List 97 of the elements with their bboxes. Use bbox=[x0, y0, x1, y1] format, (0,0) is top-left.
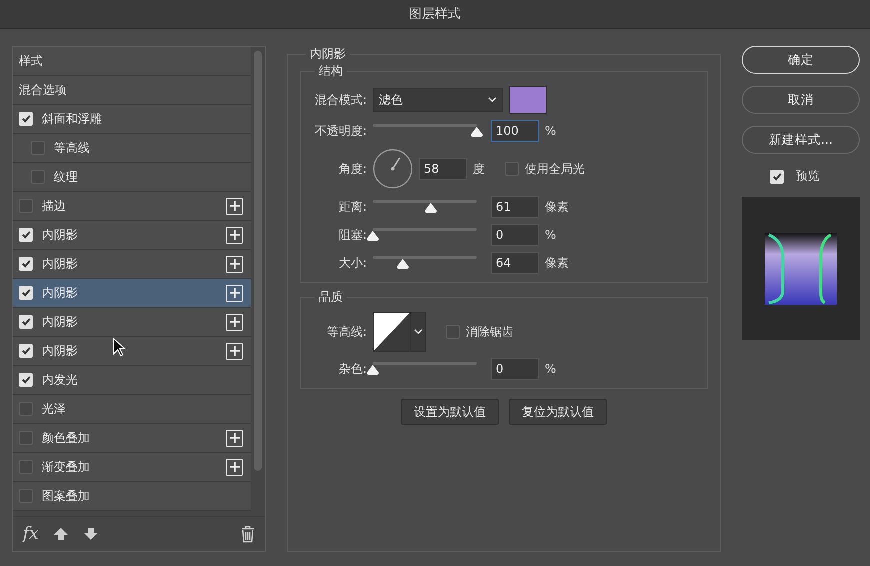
field-label: 距离: bbox=[338, 198, 367, 216]
effect-label: 内阴影 bbox=[42, 256, 78, 272]
style-list-item[interactable]: 光泽 bbox=[13, 395, 251, 424]
field-label: 杂色: bbox=[338, 360, 367, 378]
opacity-field[interactable]: 100 bbox=[491, 120, 539, 142]
add-icon[interactable] bbox=[226, 198, 243, 214]
cursor-icon bbox=[113, 338, 127, 358]
checkbox[interactable] bbox=[19, 402, 33, 416]
style-list-item[interactable]: 内阴影 bbox=[13, 221, 251, 250]
value-field[interactable]: 61 bbox=[491, 196, 539, 218]
effect-label: 斜面和浮雕 bbox=[42, 110, 102, 128]
style-list-item[interactable]: 颜色叠加 bbox=[13, 424, 251, 453]
effect-label: 光泽 bbox=[42, 400, 66, 418]
dialog-button[interactable]: 确定 bbox=[742, 46, 860, 74]
unit-label: 像素 bbox=[545, 254, 569, 272]
chevron-icon bbox=[488, 97, 497, 103]
scrollbar-thumb[interactable] bbox=[254, 51, 262, 471]
window-title: 图层样式 bbox=[409, 6, 461, 23]
style-list-item[interactable]: 图案叠加 bbox=[13, 482, 251, 511]
field-label: 混合模式: bbox=[314, 92, 367, 108]
checkbox[interactable] bbox=[31, 170, 45, 184]
add-icon[interactable] bbox=[226, 342, 243, 360]
field-label: 不透明度: bbox=[314, 122, 367, 140]
effect-label: 内发光 bbox=[42, 372, 78, 388]
style-list-item[interactable]: 内发光 bbox=[13, 366, 251, 395]
preview-thumbnail bbox=[765, 232, 837, 304]
default-button[interactable]: 设置为默认值 bbox=[401, 399, 499, 425]
slider-thumb[interactable] bbox=[396, 258, 410, 270]
checkbox[interactable] bbox=[19, 489, 33, 503]
default-button[interactable]: 复位为默认值 bbox=[509, 399, 607, 425]
style-list-item[interactable]: 内阴影 bbox=[13, 308, 251, 337]
add-icon[interactable] bbox=[226, 430, 243, 446]
style-list-item[interactable]: 描边 bbox=[13, 192, 251, 221]
value-field[interactable]: 64 bbox=[491, 252, 539, 274]
unit-label: % bbox=[545, 124, 556, 138]
contour-preview[interactable] bbox=[374, 313, 410, 351]
effect-label: 图案叠加 bbox=[42, 488, 90, 504]
checkbox-label: 消除锯齿 bbox=[466, 324, 514, 340]
unit-label: 像素 bbox=[545, 198, 569, 216]
style-list-item[interactable]: 斜面和浮雕 bbox=[13, 105, 251, 134]
style-list-item[interactable]: 样式 bbox=[13, 47, 251, 76]
color-swatch[interactable] bbox=[509, 86, 547, 114]
move-up-icon[interactable] bbox=[52, 527, 69, 541]
add-icon[interactable] bbox=[226, 458, 243, 476]
style-list-item[interactable]: 混合选项 bbox=[13, 76, 251, 105]
group-title: 品质 bbox=[318, 289, 344, 306]
move-down-icon[interactable] bbox=[82, 527, 99, 541]
effect-label: 内阴影 bbox=[42, 342, 78, 360]
effect-label: 颜色叠加 bbox=[42, 430, 90, 446]
angle-dial[interactable] bbox=[373, 149, 413, 189]
add-icon[interactable] bbox=[226, 284, 243, 302]
style-list-item[interactable]: 内阴影 bbox=[13, 250, 251, 279]
group-title: 结构 bbox=[318, 63, 344, 80]
section-title: 内阴影 bbox=[309, 46, 347, 63]
value-field[interactable]: 0 bbox=[491, 224, 539, 246]
unit-label: % bbox=[545, 362, 556, 376]
dialog-button[interactable]: 新建样式... bbox=[742, 126, 860, 154]
effect-label: 内阴影 bbox=[42, 226, 78, 244]
effect-label: 内阴影 bbox=[42, 284, 78, 302]
slider-thumb[interactable] bbox=[470, 126, 484, 138]
add-icon[interactable] bbox=[226, 256, 243, 272]
checkbox[interactable] bbox=[505, 162, 519, 176]
value-field[interactable]: 0 bbox=[491, 358, 539, 380]
angle-field[interactable]: 58 bbox=[419, 158, 467, 180]
checkbox[interactable] bbox=[19, 431, 33, 445]
checkbox-label: 使用全局光 bbox=[525, 160, 585, 178]
effect-label: 渐变叠加 bbox=[42, 458, 90, 476]
slider-thumb[interactable] bbox=[366, 364, 380, 376]
field-label: 大小: bbox=[338, 254, 367, 272]
fx-button[interactable]: fx bbox=[23, 524, 39, 544]
slider-thumb[interactable] bbox=[366, 230, 380, 242]
trash-icon[interactable] bbox=[241, 526, 255, 542]
checkbox[interactable] bbox=[446, 325, 460, 339]
checkbox-label: 预览 bbox=[796, 168, 820, 185]
unit-label: % bbox=[545, 228, 556, 242]
style-list-item[interactable]: 内阴影 bbox=[13, 337, 251, 366]
chevron-icon bbox=[414, 329, 422, 335]
add-icon[interactable] bbox=[226, 314, 243, 330]
field-label: 等高线: bbox=[326, 324, 367, 340]
checkbox[interactable] bbox=[19, 460, 33, 474]
checkbox[interactable] bbox=[31, 141, 45, 155]
effect-label: 内阴影 bbox=[42, 314, 78, 330]
unit-label: 度 bbox=[473, 160, 485, 178]
field-label: 阻塞: bbox=[338, 226, 367, 244]
style-list-item[interactable]: 等高线 bbox=[13, 134, 251, 163]
effect-label: 等高线 bbox=[54, 140, 90, 156]
style-list-item[interactable]: 内阴影 bbox=[13, 279, 251, 308]
slider-thumb[interactable] bbox=[424, 202, 438, 214]
effect-label: 纹理 bbox=[54, 168, 78, 186]
blend-mode-dropdown[interactable]: 滤色 bbox=[373, 88, 503, 112]
field-label: 角度: bbox=[338, 160, 367, 178]
style-list-item[interactable]: 纹理 bbox=[13, 163, 251, 192]
add-icon[interactable] bbox=[226, 226, 243, 244]
style-list-item[interactable]: 渐变叠加 bbox=[13, 453, 251, 482]
dialog-button[interactable]: 取消 bbox=[742, 86, 860, 114]
effect-label: 描边 bbox=[42, 198, 66, 214]
checkbox[interactable] bbox=[19, 199, 33, 213]
